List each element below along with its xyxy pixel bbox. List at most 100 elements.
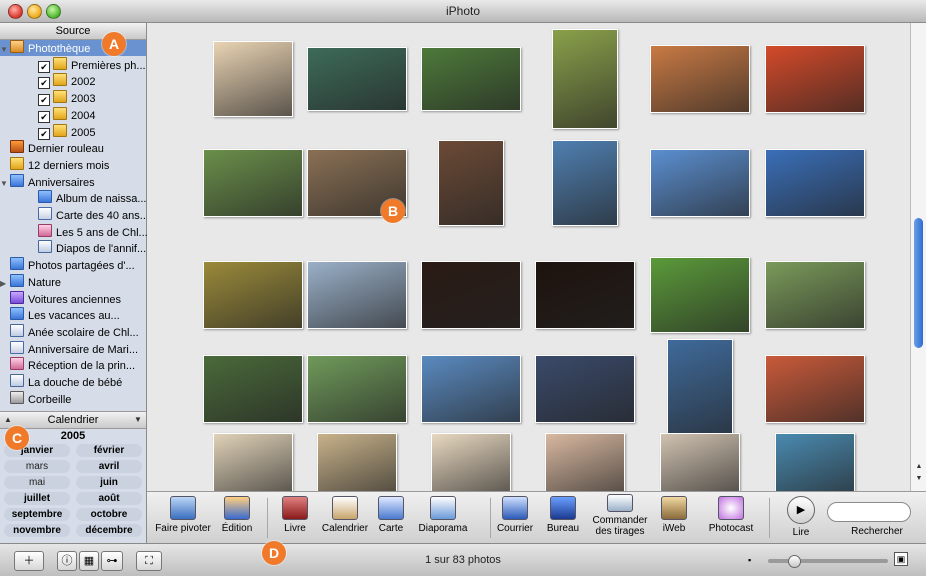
scroll-up-icon[interactable]: ▲ (914, 463, 924, 473)
calendar-month[interactable]: février (76, 444, 142, 457)
photo-thumbnail[interactable] (552, 140, 618, 226)
desktop-button[interactable]: Bureau (543, 496, 583, 534)
photo-thumbnail[interactable] (535, 355, 635, 423)
bottom-toolbar: ▶ Lire Rechercher Faire pivoter Édition Li… (147, 491, 926, 544)
photo-thumbnail[interactable] (650, 149, 750, 217)
include-checkbox[interactable]: ✔ (38, 127, 50, 140)
photo-thumbnail[interactable] (317, 433, 397, 491)
disclosure-closed-icon[interactable]: ▶ (0, 276, 10, 290)
photo-thumbnail[interactable] (765, 355, 865, 423)
photo-thumbnail[interactable] (307, 47, 407, 111)
search-field[interactable] (827, 502, 911, 522)
photo-thumbnail[interactable] (765, 149, 865, 217)
photo-thumbnail[interactable] (213, 41, 293, 117)
calendar-month[interactable]: décembre (76, 524, 142, 537)
source-item[interactable]: Les 5 ans de Chl... (0, 223, 158, 240)
mail-icon (502, 496, 528, 520)
source-item[interactable]: Carte des 40 ans... (0, 207, 158, 223)
disclosure-open-icon[interactable]: ▼ (0, 176, 10, 190)
calendar-month[interactable]: septembre (4, 508, 70, 521)
source-item[interactable]: ▶ Nature (0, 273, 146, 290)
source-item-label: Photothèque (28, 43, 91, 55)
source-item[interactable]: ✔ 2002 (0, 73, 158, 90)
source-item[interactable]: Photos partagées d'... (0, 257, 146, 273)
photo-thumbnail[interactable] (421, 261, 521, 329)
calendar-collapse-icon[interactable]: ▲ (2, 412, 14, 428)
calendar-month[interactable]: juillet (4, 492, 70, 505)
photo-thumbnail[interactable] (765, 261, 865, 329)
thumbnail-size-slider[interactable] (768, 555, 888, 568)
include-checkbox[interactable]: ✔ (38, 110, 50, 123)
calendar-add-button[interactable]: Calendrier (319, 496, 371, 534)
photocast-button[interactable]: Photocast (703, 496, 759, 534)
photo-thumbnail[interactable] (203, 261, 303, 329)
photo-thumbnail[interactable] (765, 45, 865, 113)
source-item[interactable]: ✔ 2004 (0, 106, 158, 123)
slider-knob[interactable] (788, 555, 801, 568)
photo-thumbnail[interactable] (307, 261, 407, 329)
source-item[interactable]: ✔ 2003 (0, 90, 158, 107)
rotate-button[interactable]: Faire pivoter (153, 496, 213, 534)
scroll-down-icon[interactable]: ▼ (914, 475, 924, 485)
toolbar-button-label: Calendrier (321, 523, 369, 534)
include-checkbox[interactable]: ✔ (38, 94, 50, 107)
large-thumbnail-icon: ▣ (894, 552, 908, 566)
source-item[interactable]: Les vacances au... (0, 307, 146, 323)
include-checkbox[interactable]: ✔ (38, 60, 50, 73)
source-item[interactable]: Diapos de l'annif... (0, 240, 158, 256)
photo-thumbnail[interactable] (421, 355, 521, 423)
photo-browser[interactable] (147, 23, 910, 491)
photo-thumbnail[interactable] (431, 433, 511, 491)
source-item[interactable]: Réception de la prin... (0, 357, 146, 373)
card-pink-icon (10, 357, 24, 371)
photo-thumbnail[interactable] (213, 433, 293, 491)
photo-thumbnail[interactable] (535, 261, 635, 329)
source-item[interactable]: ▼ Anniversaires (0, 173, 146, 190)
calendar-month[interactable]: octobre (76, 508, 142, 521)
include-checkbox[interactable]: ✔ (38, 77, 50, 90)
chevron-down-icon[interactable]: ▼ (132, 412, 144, 428)
source-item[interactable]: Voitures anciennes (0, 290, 146, 307)
photo-thumbnail[interactable] (552, 29, 618, 129)
photo-thumbnail[interactable] (667, 339, 733, 439)
source-item[interactable]: Corbeille (0, 390, 146, 407)
scroll-thumb[interactable] (914, 218, 923, 348)
calendar-month[interactable]: juin (76, 476, 142, 489)
source-item[interactable]: 12 derniers mois (0, 156, 146, 173)
calendar-month[interactable]: mars (4, 460, 70, 473)
calendar-month[interactable]: avril (76, 460, 142, 473)
play-button[interactable]: ▶ Lire (779, 496, 823, 538)
photo-thumbnail[interactable] (203, 149, 303, 217)
calendar-month[interactable]: août (76, 492, 142, 505)
card-add-button[interactable]: Carte (373, 496, 409, 534)
source-item[interactable]: Anée scolaire de Chl... (0, 323, 146, 340)
photo-thumbnail[interactable] (650, 45, 750, 113)
slideshow-add-button[interactable]: Diaporama (415, 496, 471, 534)
calendar-month[interactable]: mai (4, 476, 70, 489)
source-list[interactable]: ▼ Photothèque ✔ Premières ph... ✔ 2002 ✔ 2003 ✔ 2… (0, 40, 149, 410)
source-item[interactable]: Anniversaire de Mari... (0, 340, 146, 357)
mail-button[interactable]: Courrier (493, 496, 537, 534)
iweb-button[interactable]: iWeb (657, 496, 691, 534)
prints-button[interactable]: Commander des tirages (589, 494, 651, 537)
book-add-button[interactable]: Livre (275, 496, 315, 534)
source-item[interactable]: La douche de bébé (0, 374, 146, 390)
photo-thumbnail[interactable] (545, 433, 625, 491)
photo-thumbnail[interactable] (650, 257, 750, 333)
photo-thumbnail[interactable] (438, 140, 504, 226)
photo-thumbnail[interactable] (203, 355, 303, 423)
disclosure-open-icon[interactable]: ▼ (0, 42, 10, 56)
edit-button[interactable]: Édition (217, 496, 257, 534)
source-item[interactable]: ✔ 2005 (0, 123, 158, 140)
source-item[interactable]: Album de naissa... (0, 190, 158, 206)
source-item-label: Anniversaires (28, 176, 95, 189)
vertical-scrollbar[interactable]: ▲ ▼ (910, 23, 926, 491)
source-item[interactable]: Dernier rouleau (0, 140, 146, 156)
photo-thumbnail[interactable] (421, 47, 521, 111)
source-item[interactable]: ✔ Premières ph... (0, 56, 158, 73)
photo-thumbnail[interactable] (775, 433, 855, 491)
photo-thumbnail[interactable] (307, 355, 407, 423)
photo-thumbnail[interactable] (660, 433, 740, 491)
calendar-month[interactable]: novembre (4, 524, 70, 537)
source-item-label: La douche de bébé (28, 377, 123, 389)
